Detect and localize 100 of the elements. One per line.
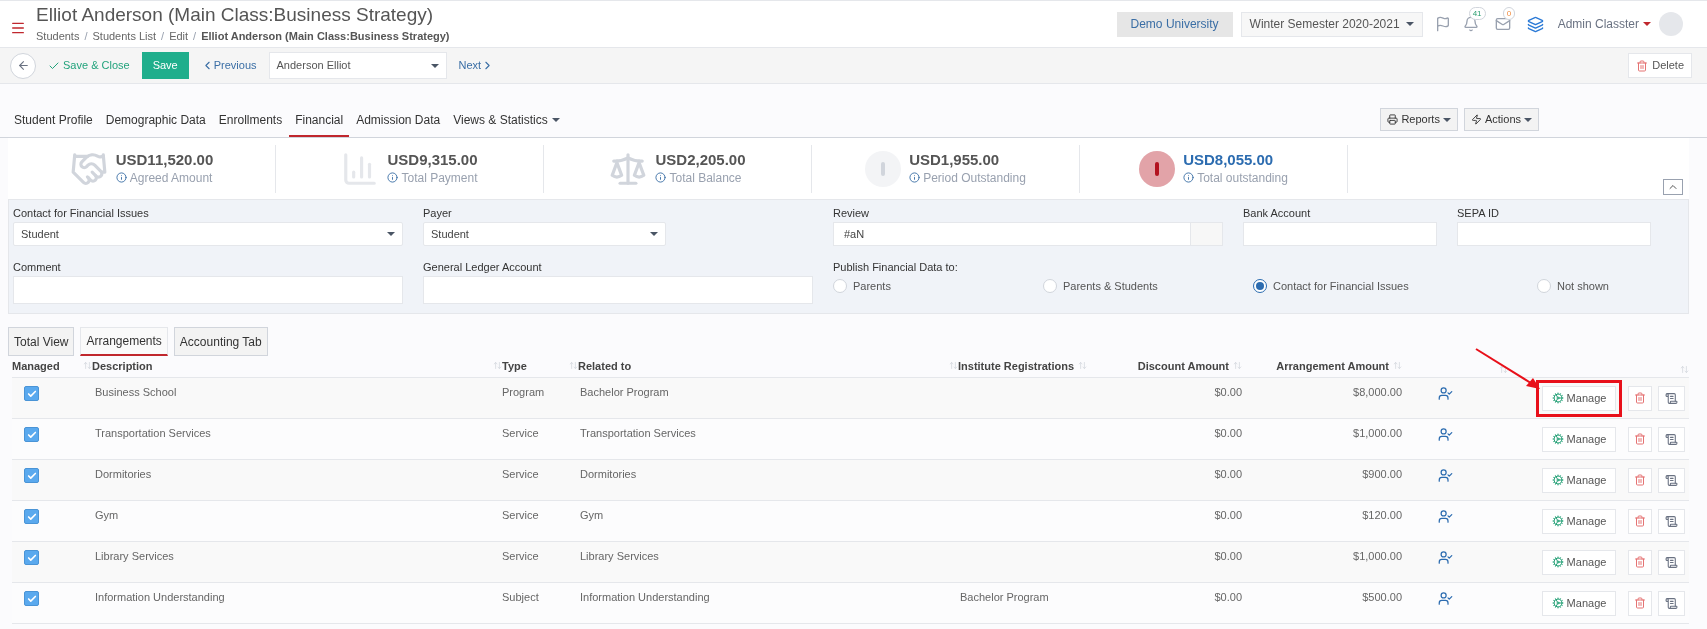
column-header[interactable]: Related to [578, 357, 632, 374]
breadcrumb-item[interactable]: Edit [169, 27, 189, 45]
input-field[interactable] [423, 275, 813, 304]
scroll-button[interactable] [1658, 590, 1685, 616]
scroll-button[interactable] [1658, 508, 1685, 534]
trash-icon [1634, 515, 1646, 527]
gear-icon [1551, 474, 1564, 486]
subtab[interactable]: Accounting Tab [173, 327, 268, 356]
student-dropdown[interactable]: Anderson Elliot [268, 52, 447, 79]
field-label: General Ledger Account [423, 259, 543, 274]
input-field[interactable] [1457, 222, 1651, 246]
table-cell: $900.00 [1362, 468, 1402, 480]
checkbox[interactable] [24, 427, 39, 442]
amount-value: USD8,055.00 [1183, 150, 1275, 169]
reports-button[interactable]: Reports [1380, 108, 1458, 131]
collapse-button[interactable] [1663, 179, 1683, 195]
user-check-icon[interactable] [1438, 468, 1453, 483]
info-icon [1183, 172, 1195, 183]
checkbox[interactable] [24, 386, 39, 401]
manage-button[interactable]: Manage [1542, 426, 1616, 452]
breadcrumb-item[interactable]: Students List [92, 27, 157, 45]
column-header[interactable]: Description [92, 357, 153, 374]
checkbox[interactable] [24, 468, 39, 483]
back-button[interactable] [10, 52, 36, 79]
subtab[interactable]: Total View [8, 327, 75, 356]
input-field[interactable] [13, 275, 403, 304]
table-cell: $0.00 [1214, 427, 1242, 439]
user-check-icon[interactable] [1438, 550, 1453, 565]
user-check-icon[interactable] [1438, 386, 1453, 401]
delete-row-button[interactable] [1628, 426, 1652, 452]
manage-button[interactable]: Manage [1542, 385, 1616, 411]
radio-option[interactable]: Parents [833, 277, 1043, 294]
table-cell: $0.00 [1214, 468, 1242, 480]
table-cell: Information Understanding [95, 591, 225, 603]
subtab[interactable]: Arrangements [80, 327, 168, 356]
user-menu[interactable]: Admin Classter [1557, 15, 1651, 33]
manage-button[interactable]: Manage [1542, 467, 1616, 493]
radio-option[interactable]: Contact for Financial Issues [1253, 277, 1537, 294]
column-header[interactable]: Type [502, 357, 527, 374]
menu-icon[interactable] [10, 20, 26, 36]
scroll-button[interactable] [1658, 426, 1685, 452]
checkbox[interactable] [24, 591, 39, 606]
tab[interactable]: Student Profile [8, 111, 99, 137]
manage-button[interactable]: Manage [1542, 508, 1616, 534]
exclamation-icon [865, 150, 902, 187]
table-cell: $0.00 [1214, 386, 1242, 398]
flag-icon[interactable] [1434, 16, 1451, 32]
user-check-icon[interactable] [1438, 591, 1453, 606]
tab[interactable]: Enrollments [212, 111, 289, 137]
tab[interactable]: Admission Data [350, 111, 447, 137]
table-cell: $0.00 [1214, 550, 1242, 562]
tab[interactable]: Views & Statistics [447, 111, 566, 137]
layers-icon[interactable] [1526, 15, 1544, 33]
scroll-button[interactable] [1658, 467, 1685, 493]
mail-icon[interactable] [1494, 16, 1511, 32]
delete-row-button[interactable] [1628, 385, 1652, 411]
column-header[interactable]: Institute Registrations [958, 357, 1075, 374]
delete-button[interactable]: Delete [1628, 53, 1692, 78]
table-cell: Transportation Services [580, 427, 696, 439]
select-field[interactable]: Student [423, 222, 666, 246]
check-icon [26, 470, 37, 481]
semester-dropdown[interactable]: Winter Semester 2020-2021 [1240, 11, 1423, 37]
field-label: SEPA ID [1457, 206, 1500, 220]
column-header[interactable]: Discount Amount [1137, 357, 1229, 374]
manage-button[interactable]: Manage [1542, 549, 1616, 575]
select-field[interactable]: Student [13, 222, 403, 246]
manage-button[interactable]: Manage [1542, 590, 1616, 616]
delete-row-button[interactable] [1628, 467, 1652, 493]
user-check-icon[interactable] [1438, 509, 1453, 524]
input-field[interactable] [1243, 222, 1437, 246]
breadcrumb-item[interactable]: Students [36, 27, 80, 45]
tab[interactable]: Demographic Data [99, 111, 212, 137]
amount-value: USD2,205.00 [655, 150, 746, 169]
table-cell: Service [502, 427, 539, 439]
table-cell: Library Services [95, 550, 174, 562]
radio-option[interactable]: Parents & Students [1043, 277, 1253, 294]
delete-row-button[interactable] [1628, 549, 1652, 575]
radio-option[interactable]: Not shown [1537, 277, 1657, 294]
review-field[interactable]: #aN [833, 222, 1223, 246]
caret-icon [1643, 22, 1651, 26]
next-button[interactable]: Next [458, 57, 495, 74]
field-label: Contact for Financial Issues [13, 206, 150, 220]
table-cell: Dormitories [580, 468, 637, 480]
delete-row-button[interactable] [1628, 590, 1652, 616]
previous-button[interactable]: Previous [200, 57, 257, 74]
column-header[interactable]: Managed [12, 357, 60, 374]
amount-label: Period Outstanding [923, 169, 1026, 187]
scroll-button[interactable] [1658, 549, 1685, 575]
sort-icon[interactable] [1499, 365, 1508, 374]
page-title: Elliot Anderson (Main Class:Business Strategy) [36, 3, 435, 26]
column-header[interactable]: Arrangement Amount [1276, 357, 1389, 374]
user-check-icon[interactable] [1438, 427, 1453, 442]
checkbox[interactable] [24, 509, 39, 524]
delete-row-button[interactable] [1628, 508, 1652, 534]
trash-icon [1634, 433, 1646, 445]
actions-button[interactable]: Actions [1463, 108, 1539, 131]
bell-icon[interactable] [1462, 16, 1479, 32]
checkbox[interactable] [24, 550, 39, 565]
scroll-button[interactable] [1658, 385, 1685, 411]
institution-label[interactable]: Demo University [1116, 11, 1233, 37]
